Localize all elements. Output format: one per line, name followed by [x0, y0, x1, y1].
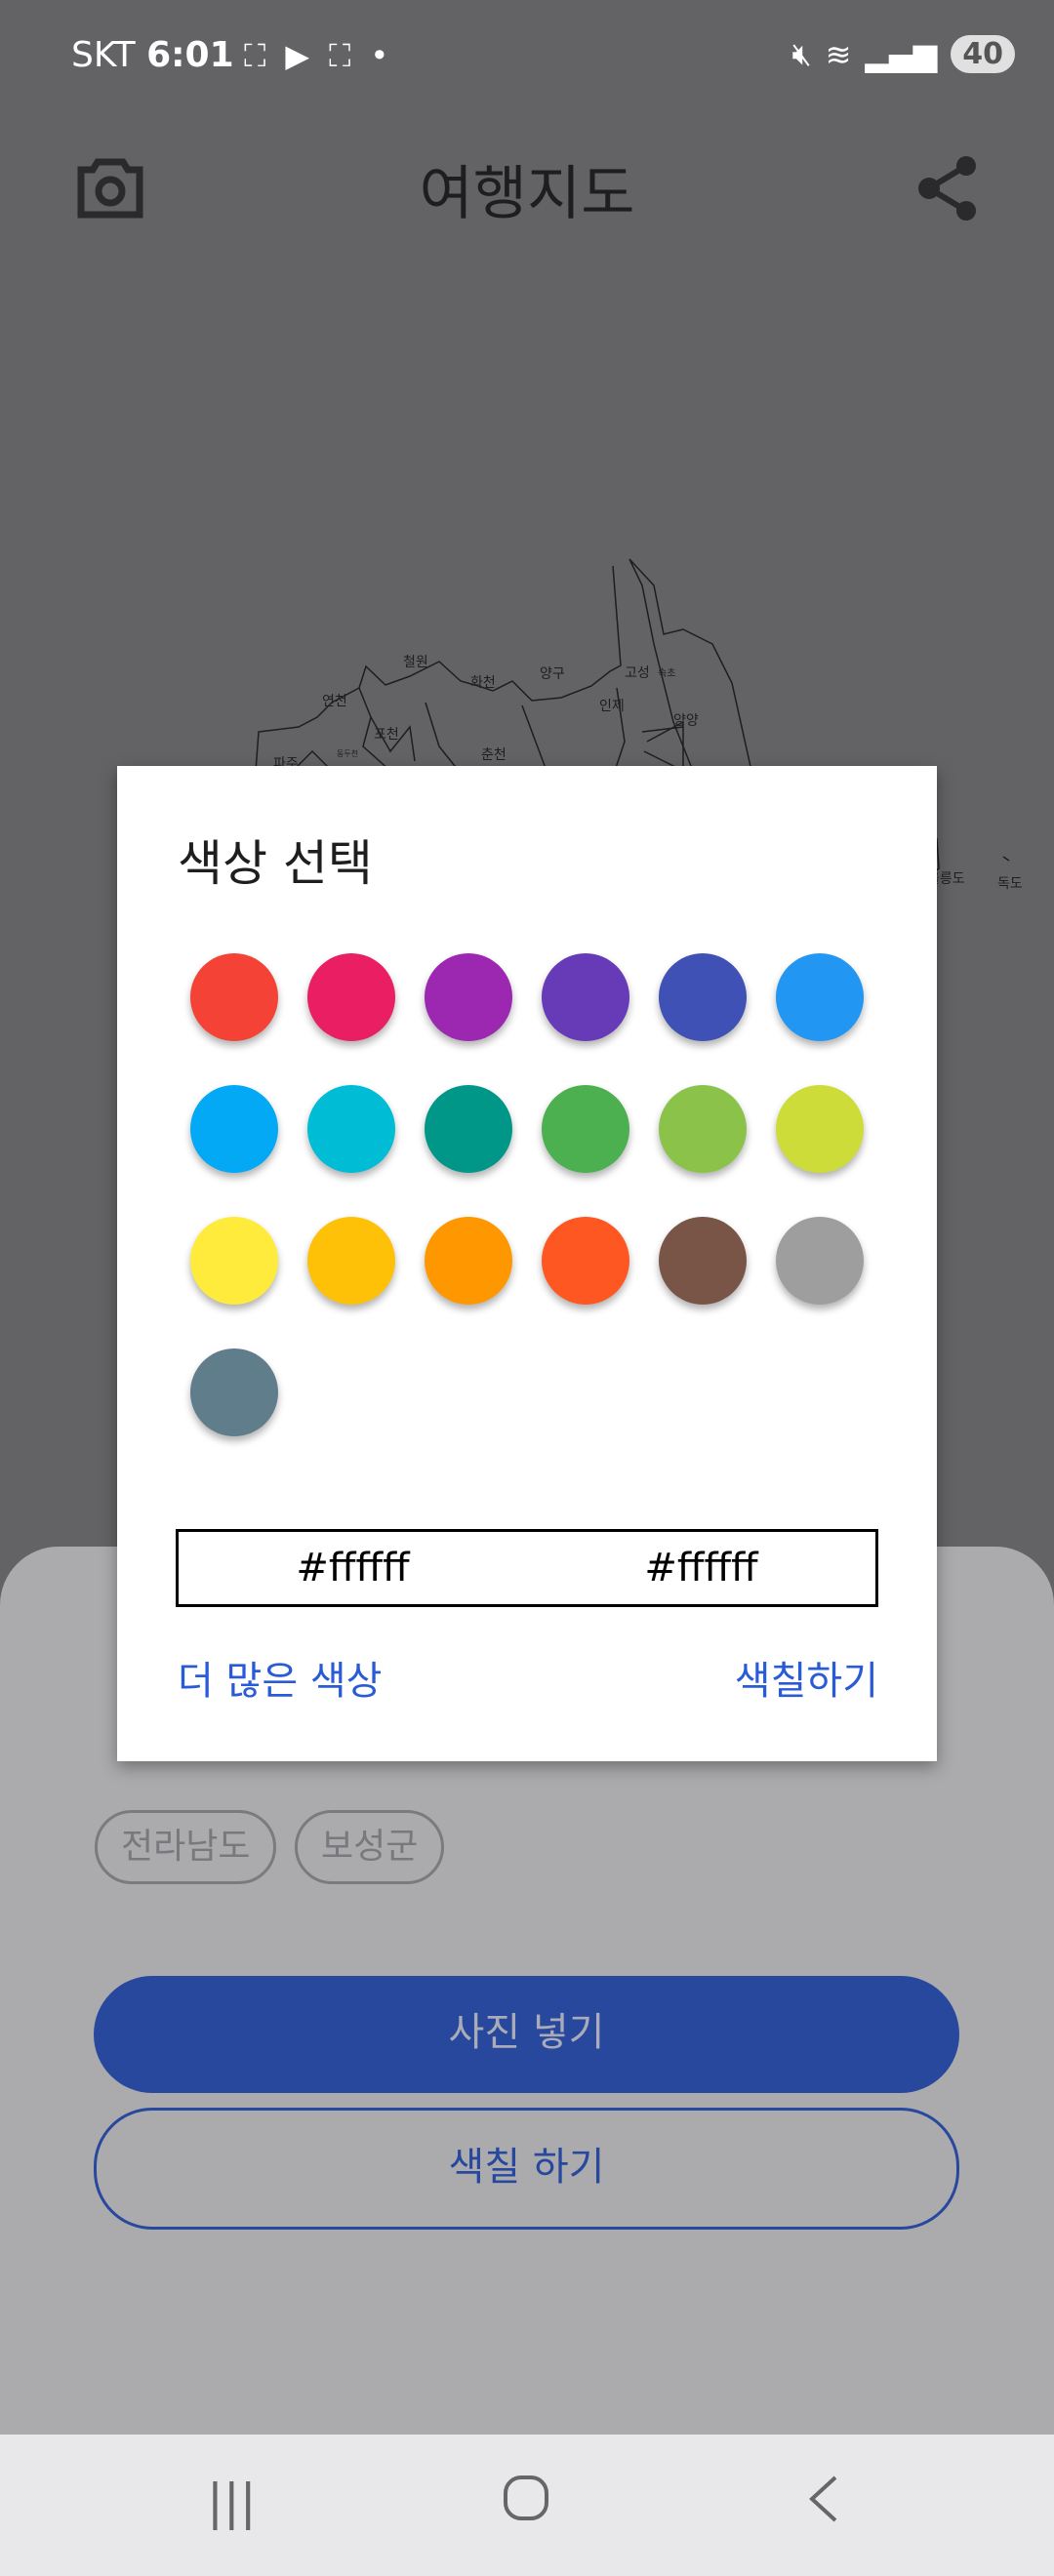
carrier-time: SKT 6:01 — [71, 35, 234, 75]
map-label: 속초 — [658, 667, 675, 679]
map-label: 동두천 — [337, 748, 358, 758]
share-icon[interactable] — [917, 154, 978, 226]
color-swatch[interactable] — [190, 1085, 278, 1173]
color-swatch[interactable] — [659, 1217, 747, 1305]
chip-county[interactable]: 보성군 — [295, 1810, 445, 1884]
map-label: 춘천 — [481, 747, 507, 763]
color-swatch[interactable] — [542, 1085, 629, 1173]
color-picker-dialog: 색상 선택 #ffffff #ffffff 더 많은 색상 색칠하기 — [117, 766, 937, 1761]
color-swatch[interactable] — [190, 953, 278, 1041]
system-icons: 🔇︎ ≋ ▂▄▆ 40 — [791, 35, 1015, 73]
status-bar: SKT 6:01 ⛶ ▶ ⛶ • 🔇︎ ≋ ▂▄▆ 40 — [0, 0, 1054, 112]
notification-icons: ⛶ ▶ ⛶ • — [244, 37, 388, 75]
clock: 6:01 — [146, 35, 234, 75]
color-swatch[interactable] — [776, 1085, 864, 1173]
color-swatch[interactable] — [425, 953, 512, 1041]
color-swatch[interactable] — [307, 1217, 395, 1305]
map-label: 독도 — [997, 876, 1023, 892]
color-swatch[interactable] — [542, 953, 629, 1041]
dot-icon: • — [370, 37, 389, 74]
map-label: 연천 — [322, 694, 347, 709]
color-swatch[interactable] — [190, 1348, 278, 1436]
navigation-bar: ||| — [0, 2435, 1054, 2576]
hex-new[interactable]: #ffffff — [527, 1532, 875, 1604]
color-fill-button[interactable]: 색칠 하기 — [94, 2108, 959, 2230]
video-edit-icon: ▶ — [285, 37, 310, 74]
home-icon[interactable] — [502, 2474, 550, 2534]
color-swatch[interactable] — [659, 953, 747, 1041]
screenshot-icon: ⛶ — [244, 37, 266, 74]
color-swatch[interactable] — [190, 1217, 278, 1305]
map-label: 포천 — [374, 727, 399, 743]
app-bar: 여행지도 — [0, 137, 1054, 244]
hex-color-field[interactable]: #ffffff #ffffff — [176, 1529, 878, 1607]
back-icon[interactable] — [806, 2474, 839, 2536]
color-swatch-grid — [190, 953, 864, 1436]
more-colors-button[interactable]: 더 많은 색상 — [178, 1649, 382, 1706]
color-swatch[interactable] — [425, 1085, 512, 1173]
color-swatch[interactable] — [542, 1217, 629, 1305]
color-swatch[interactable] — [425, 1217, 512, 1305]
map-label: 양구 — [540, 666, 565, 682]
color-swatch[interactable] — [307, 1085, 395, 1173]
map-label: 고성 — [625, 665, 650, 681]
map-label: 인제 — [599, 699, 625, 714]
chip-province[interactable]: 전라남도 — [95, 1810, 277, 1884]
page-title: 여행지도 — [419, 160, 635, 228]
color-swatch[interactable] — [776, 953, 864, 1041]
color-swatch[interactable] — [776, 1217, 864, 1305]
mute-icon: 🔇︎ — [791, 35, 812, 72]
map-label: 양양 — [673, 713, 699, 729]
add-photo-button[interactable]: 사진 넣기 — [94, 1976, 959, 2093]
battery-indicator: 40 — [951, 35, 1015, 73]
wifi-icon: ≋ — [825, 35, 852, 73]
signal-icon: ▂▄▆ — [865, 35, 938, 73]
hex-current[interactable]: #ffffff — [179, 1532, 527, 1604]
apply-color-button[interactable]: 색칠하기 — [735, 1649, 878, 1706]
map-label: 철원 — [403, 655, 428, 670]
map-label: 화천 — [470, 675, 496, 691]
color-swatch[interactable] — [659, 1085, 747, 1173]
screen-record-icon: ⛶ — [329, 37, 351, 74]
dialog-title: 색상 선택 — [178, 835, 373, 892]
color-swatch[interactable] — [307, 953, 395, 1041]
recent-apps-icon[interactable]: ||| — [207, 2474, 257, 2530]
